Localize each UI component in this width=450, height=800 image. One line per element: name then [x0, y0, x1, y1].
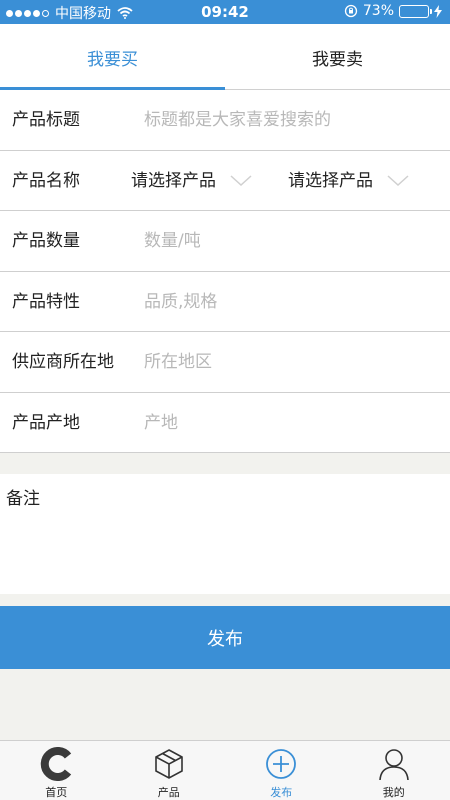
battery-icon: [399, 4, 432, 18]
product-origin-input[interactable]: 产地: [144, 393, 178, 453]
product-name-label: 产品名称: [12, 170, 80, 191]
status-bar: 中国移动 09:42 73%: [0, 0, 450, 24]
supplier-location-input[interactable]: 所在地区: [144, 332, 212, 392]
tab-sell[interactable]: 我要卖: [225, 24, 450, 90]
home-c-icon: [41, 747, 72, 781]
plus-circle-icon: [266, 749, 297, 779]
buy-sell-tabs: 我要买 我要卖: [0, 24, 450, 90]
product-category-select[interactable]: 请选择产品: [131, 151, 252, 211]
product-features-label: 产品特性: [12, 291, 80, 312]
row-product-title[interactable]: 产品标题 标题都是大家喜爱搜索的: [0, 90, 450, 151]
battery-group: 73%: [344, 3, 442, 19]
nav-label-products: 产品: [157, 786, 180, 799]
product-origin-label: 产品产地: [12, 412, 80, 433]
user-icon: [378, 749, 409, 781]
row-product-features[interactable]: 产品特性 品质,规格: [0, 271, 450, 332]
product-subcategory-select-text: 请选择产品: [288, 170, 373, 191]
product-title-input[interactable]: 标题都是大家喜爱搜索的: [144, 90, 331, 150]
nav-item-products[interactable]: 产品: [113, 741, 226, 800]
product-quantity-label: 产品数量: [12, 231, 80, 251]
supplier-location-label: 供应商所在地: [12, 352, 114, 372]
rotation-lock-icon: [344, 4, 358, 18]
product-quantity-input[interactable]: 数量/吨: [144, 211, 201, 271]
cube-icon: [154, 749, 183, 779]
bottom-nav: 首页 产品 发布 我的: [0, 740, 450, 800]
notes-label: 备注: [6, 489, 40, 509]
product-title-label: 产品标题: [12, 110, 80, 130]
row-supplier-location[interactable]: 供应商所在地 所在地区: [0, 332, 450, 393]
nav-label-publish: 发布: [270, 786, 293, 799]
nav-label-home: 首页: [45, 786, 68, 799]
product-features-input[interactable]: 品质,规格: [144, 272, 217, 332]
row-product-quantity[interactable]: 产品数量 数量/吨: [0, 211, 450, 272]
product-subcategory-select[interactable]: 请选择产品: [288, 151, 409, 211]
chevron-down-icon: [230, 174, 252, 186]
publish-button[interactable]: 发布: [0, 606, 450, 669]
chevron-down-icon: [387, 174, 409, 186]
product-category-select-text: 请选择产品: [131, 170, 216, 191]
nav-label-me: 我的: [382, 786, 405, 799]
tab-buy[interactable]: 我要买: [0, 24, 225, 90]
nav-item-home[interactable]: 首页: [0, 741, 113, 800]
nav-item-me[interactable]: 我的: [338, 741, 450, 800]
charging-bolt-icon: [434, 4, 442, 18]
notes-textarea[interactable]: 备注: [0, 474, 450, 594]
listing-form: 产品标题 标题都是大家喜爱搜索的 产品名称 请选择产品 请选择产品 产品数量 数…: [0, 90, 450, 453]
battery-percent: 73%: [362, 3, 394, 19]
row-product-name: 产品名称 请选择产品 请选择产品: [0, 150, 450, 211]
nav-item-publish[interactable]: 发布: [225, 741, 338, 800]
row-product-origin[interactable]: 产品产地 产地: [0, 392, 450, 453]
